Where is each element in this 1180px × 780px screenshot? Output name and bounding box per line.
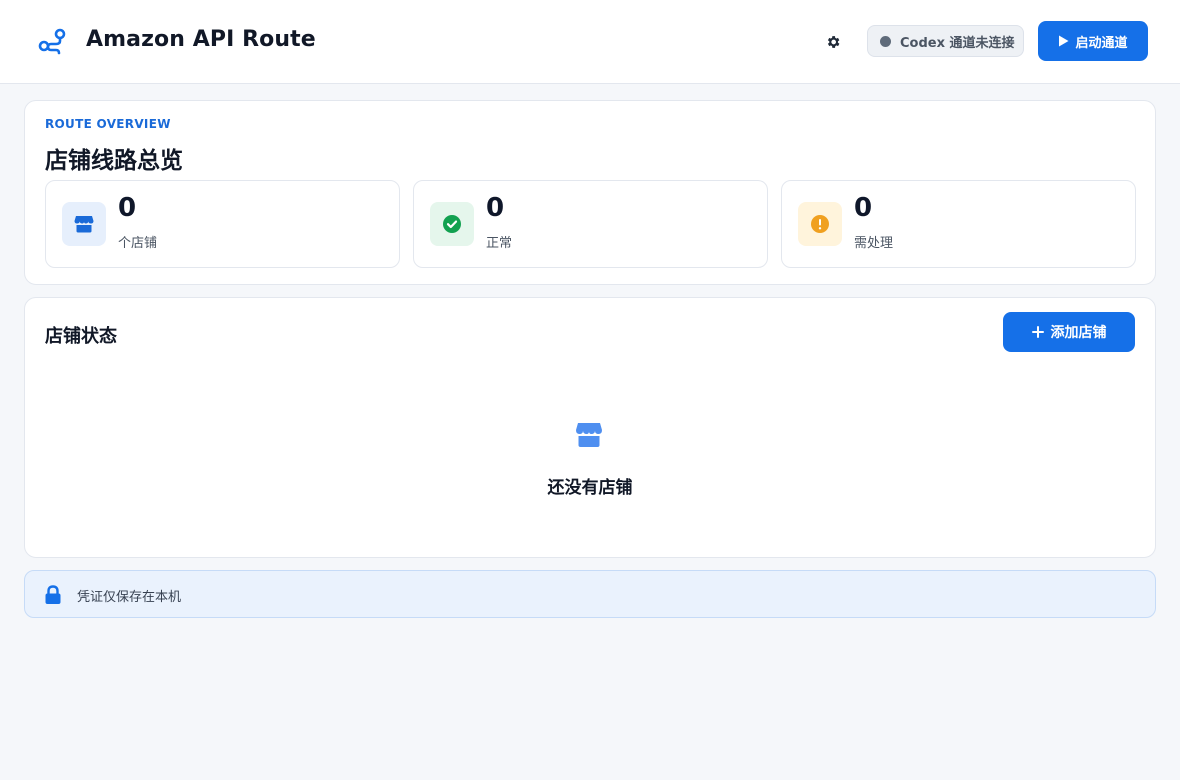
app-title: Amazon API Route	[86, 27, 316, 52]
status-dot	[880, 35, 891, 47]
route-overview-card: ROUTE OVERVIEW 店铺线路总览 0 个店铺 0 正常 0 需处理	[24, 100, 1156, 285]
stat-value-stores: 0	[118, 193, 137, 223]
start-channel-button[interactable]: 启动通道	[1038, 21, 1148, 61]
add-store-button[interactable]: 添加店铺	[1003, 312, 1135, 352]
play-icon	[1059, 35, 1069, 47]
store-status-card: 店铺状态 添加店铺 还没有店铺	[24, 297, 1156, 558]
stat-value-normal: 0	[486, 193, 505, 223]
store-icon	[62, 202, 106, 246]
overview-eyebrow: ROUTE OVERVIEW	[45, 117, 171, 131]
empty-state-text: 还没有店铺	[547, 478, 633, 498]
settings-button[interactable]	[822, 31, 844, 53]
stat-card-stores: 0 个店铺	[45, 180, 400, 268]
stat-label-normal: 正常	[486, 236, 513, 251]
store-status-title: 店铺状态	[45, 326, 117, 347]
stat-card-normal: 0 正常	[413, 180, 768, 268]
empty-store-icon	[576, 423, 602, 447]
warning-circle-icon	[798, 202, 842, 246]
check-circle-icon	[430, 202, 474, 246]
stat-label-stores: 个店铺	[118, 236, 158, 251]
route-logo-icon	[38, 28, 66, 55]
stat-value-attention: 0	[854, 193, 873, 223]
gear-icon	[827, 36, 840, 48]
app-header: Amazon API Route Codex 通道未连接 启动通道	[0, 0, 1180, 84]
plus-icon	[1031, 326, 1044, 338]
channel-status-badge: Codex 通道未连接	[867, 25, 1024, 57]
start-channel-label: 启动通道	[1075, 35, 1128, 51]
lock-icon	[45, 585, 61, 604]
overview-title: 店铺线路总览	[45, 148, 183, 174]
credential-notice: 凭证仅保存在本机	[24, 570, 1156, 618]
stat-card-attention: 0 需处理	[781, 180, 1136, 268]
stat-label-attention: 需处理	[854, 236, 894, 251]
channel-status-text: Codex 通道未连接	[900, 35, 1015, 51]
add-store-label: 添加店铺	[1050, 325, 1107, 341]
credential-notice-text: 凭证仅保存在本机	[77, 590, 182, 605]
